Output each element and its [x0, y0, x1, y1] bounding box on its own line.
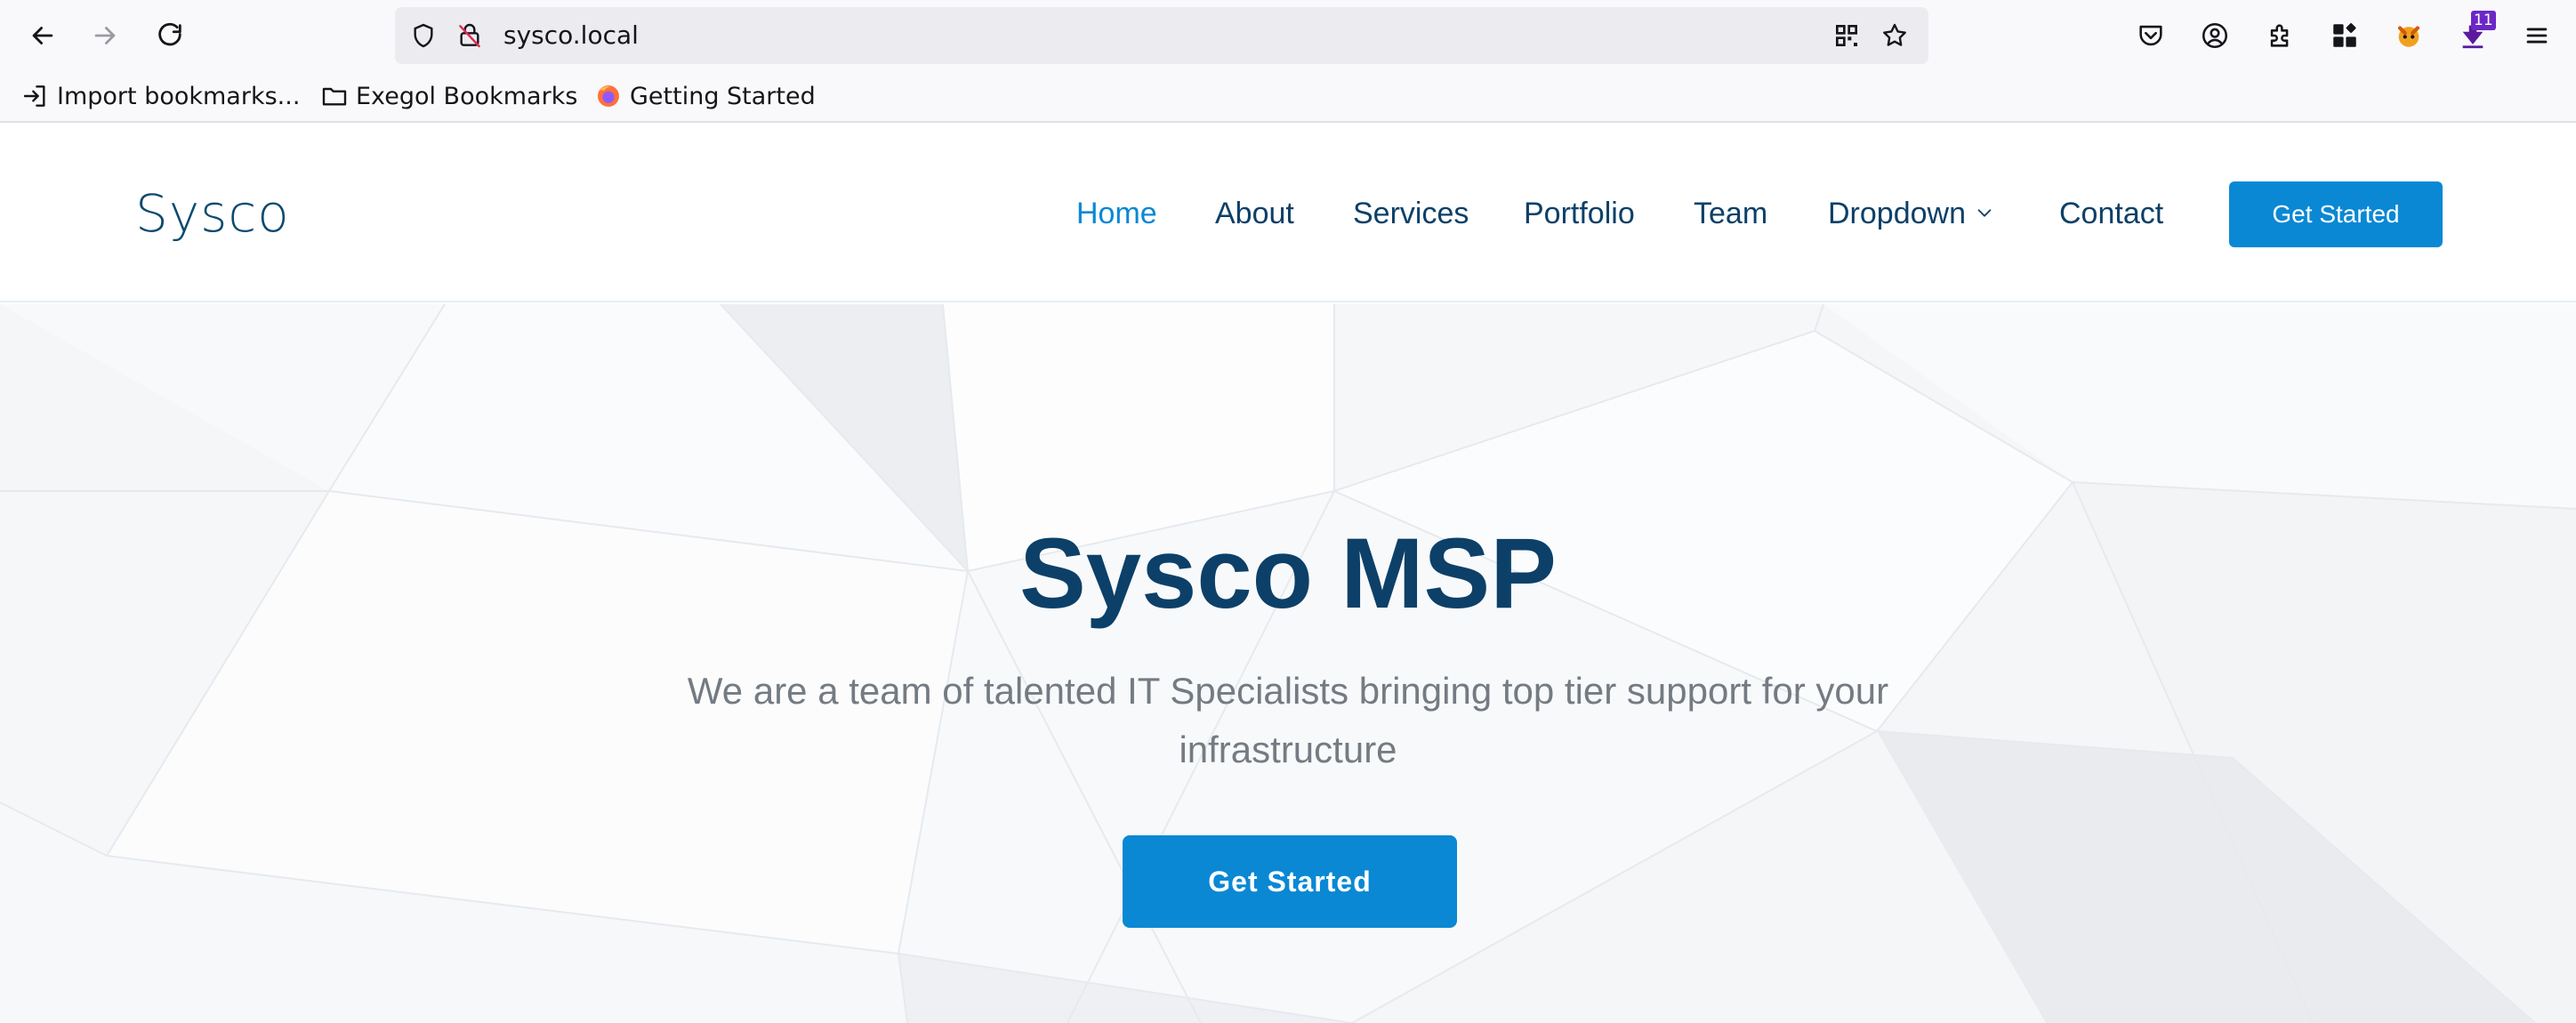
tracking-shield-icon[interactable]: [407, 20, 439, 52]
extensions-button[interactable]: [2256, 11, 2306, 60]
reload-button[interactable]: [145, 11, 195, 60]
account-icon: [2202, 22, 2228, 49]
nav-home[interactable]: Home: [1076, 125, 1157, 302]
foxyproxy-button[interactable]: [2384, 11, 2434, 60]
chevron-down-icon: [1977, 209, 1992, 217]
arrow-right-icon: [94, 27, 116, 44]
account-button[interactable]: [2190, 11, 2240, 60]
hero-get-started-button[interactable]: Get Started: [1123, 835, 1457, 928]
extension-badge: 11: [2471, 11, 2496, 30]
nav-about[interactable]: About: [1215, 125, 1294, 302]
bookmark-exegol[interactable]: Exegol Bookmarks: [318, 71, 577, 121]
browser-toolbar: sysco.local 11: [0, 0, 2576, 71]
puzzle-icon: [2270, 24, 2289, 47]
hamburger-icon: [2526, 28, 2548, 44]
nav-dropdown-label: Dropdown: [1828, 197, 1966, 230]
bookmark-getting-started[interactable]: Getting Started: [592, 71, 816, 121]
bookmark-label: Exegol Bookmarks: [356, 82, 578, 110]
header-get-started-button[interactable]: Get Started: [2229, 181, 2443, 247]
back-button[interactable]: [18, 11, 68, 60]
qr-extension-button[interactable]: [2320, 11, 2370, 60]
hero-section: Sysco MSP We are a team of talented IT S…: [0, 304, 2576, 1023]
arrow-left-icon: [32, 27, 53, 44]
hero-subtitle: We are a team of talented IT Specialists…: [687, 670, 1889, 770]
qr-code-icon[interactable]: [1831, 20, 1863, 52]
grid-extension-icon: [2333, 23, 2356, 47]
nav-dropdown[interactable]: Dropdown: [1828, 125, 1994, 302]
bookmarks-bar: Import bookmarks... Exegol Bookmarks Get…: [0, 71, 2576, 123]
site-header: Sysco Home About Services Portfolio Team…: [0, 125, 2576, 302]
url-text[interactable]: sysco.local: [503, 7, 639, 64]
nav-contact[interactable]: Contact: [2059, 125, 2163, 302]
app-menu-button[interactable]: [2512, 11, 2562, 60]
address-bar[interactable]: sysco.local: [395, 7, 1928, 64]
reload-icon: [158, 22, 181, 46]
nav-team[interactable]: Team: [1694, 125, 1767, 302]
import-icon: [20, 80, 52, 112]
site-logo[interactable]: Sysco: [135, 125, 290, 302]
fox-extension-icon: [2397, 26, 2420, 47]
bookmark-import[interactable]: Import bookmarks...: [20, 71, 300, 121]
firefox-icon: [592, 80, 624, 112]
pocket-icon: [2139, 25, 2162, 46]
hero-title: Sysco MSP: [1019, 518, 1557, 629]
bookmark-label: Getting Started: [630, 82, 816, 110]
insecure-lock-icon[interactable]: [454, 20, 486, 52]
pocket-button[interactable]: [2126, 11, 2176, 60]
bookmark-star-icon[interactable]: [1879, 20, 1911, 52]
folder-icon: [318, 80, 350, 112]
nav-portfolio[interactable]: Portfolio: [1524, 125, 1635, 302]
nav-services[interactable]: Services: [1353, 125, 1469, 302]
forward-button[interactable]: [80, 11, 130, 60]
downloader-extension-button[interactable]: 11: [2448, 11, 2498, 60]
bookmark-label: Import bookmarks...: [57, 82, 301, 110]
